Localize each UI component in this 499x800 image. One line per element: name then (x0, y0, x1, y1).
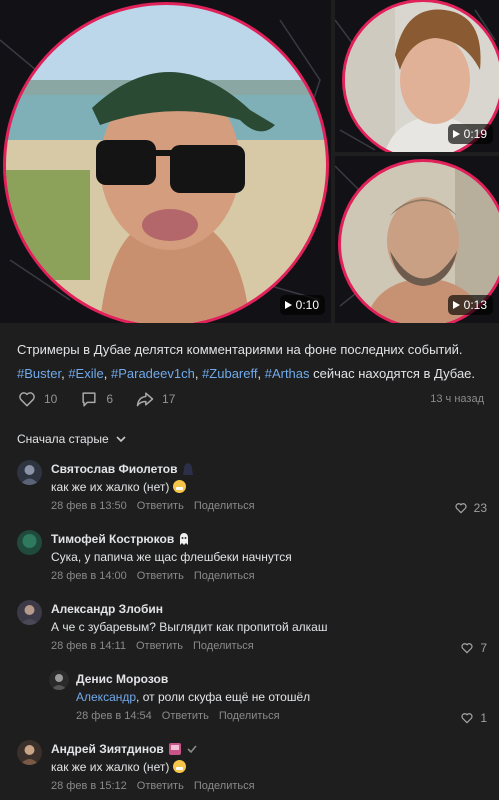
share-comment-button[interactable]: Поделиться (194, 780, 255, 794)
author-name: Тимофей Кострюков (51, 531, 175, 546)
comment-author[interactable]: Александр Злобин (51, 600, 487, 617)
grimace-emoji-icon (172, 760, 186, 773)
comment-item: Александр Злобин А че с зубаревым? Выгля… (17, 600, 487, 660)
share-count: 17 (162, 392, 176, 406)
video-main-thumbnail (0, 0, 331, 323)
separator: , (103, 366, 111, 381)
post-text-tail: сейчас находятся в Дубае. (309, 366, 476, 381)
share-comment-button[interactable]: Поделиться (193, 640, 254, 654)
comment-icon (82, 392, 96, 407)
duration-badge: 0:13 (447, 295, 493, 315)
picture-badge-icon (168, 742, 181, 755)
comment-like-button[interactable]: 1 (460, 711, 487, 725)
author-name: Андрей Зиятдинов (51, 741, 164, 756)
comment-item: Тимофей Кострюков Сука, у папича же щас … (17, 530, 487, 590)
share-icon (136, 392, 154, 407)
reply-button[interactable]: Ответить (137, 570, 184, 584)
comments-sort-dropdown[interactable]: Сначала старые (17, 432, 127, 446)
heart-icon (461, 643, 473, 654)
post-text-line: Стримеры в Дубае делятся комментариями н… (17, 342, 463, 357)
comment-reply-item: Денис Морозов Александр, от роли скуфа е… (49, 670, 487, 730)
mention-link[interactable]: Александр (76, 690, 136, 704)
comment-date[interactable]: 28 фев в 14:54 (76, 710, 152, 724)
hashtag-link[interactable]: #Paradeev1ch (111, 366, 195, 381)
author-name: Святослав Фиолетов (51, 461, 178, 476)
reply-button[interactable]: Ответить (137, 500, 184, 514)
post-media-grid: 0:10 0:19 0:13 (0, 0, 499, 323)
comment-button[interactable]: 6 (79, 389, 113, 409)
video-top-right[interactable]: 0:19 (335, 0, 499, 152)
comment-text: А че с зубаревым? Выглядит как пропитой … (51, 620, 328, 634)
comment-author[interactable]: Андрей Зиятдинов (51, 740, 487, 757)
avatar[interactable] (17, 460, 42, 485)
separator: , (257, 366, 265, 381)
hashtag-link[interactable]: #Arthas (265, 366, 310, 381)
comment-text: как же их жалко (нет) (51, 480, 487, 496)
comment-like-count: 1 (480, 711, 487, 725)
comment-text: Сука, у папича же щас флешбеки начнутся (51, 550, 292, 564)
post-actions-bar: 10 6 17 13 ч назад (17, 388, 484, 410)
comment-date[interactable]: 28 фев в 14:00 (51, 570, 127, 584)
comment-like-count: 23 (473, 501, 487, 515)
share-comment-button[interactable]: Поделиться (219, 710, 280, 724)
duration-badge: 0:10 (279, 295, 325, 315)
reply-button[interactable]: Ответить (162, 710, 209, 724)
avatar[interactable] (17, 600, 42, 625)
like-button[interactable]: 10 (17, 389, 57, 409)
post-time[interactable]: 13 ч назад (430, 393, 484, 405)
reply-button[interactable]: Ответить (137, 780, 184, 794)
hashtag-link[interactable]: #Zubareff (202, 366, 257, 381)
like-count: 10 (44, 392, 58, 406)
comment-like-button[interactable]: 7 (460, 641, 487, 655)
avatar[interactable] (49, 670, 69, 690)
heart-icon (19, 392, 35, 407)
video-main[interactable]: 0:10 (0, 0, 331, 323)
video-bottom-right[interactable]: 0:13 (335, 156, 499, 323)
separator: , (194, 366, 203, 381)
hashtag-link[interactable]: #Exile (68, 366, 103, 381)
comment-author[interactable]: Денис Морозов (76, 670, 487, 687)
duration-label: 0:10 (295, 298, 319, 312)
sort-label: Сначала старые (17, 432, 109, 446)
chevron-down-icon (116, 436, 126, 443)
heart-icon (455, 503, 467, 514)
duration-label: 0:19 (463, 127, 487, 141)
share-comment-button[interactable]: Поделиться (194, 570, 255, 584)
reply-button[interactable]: Ответить (136, 640, 183, 654)
comment-item: Святослав Фиолетов как же их жалко (нет)… (17, 460, 487, 520)
comment-date[interactable]: 28 фев в 14:11 (51, 640, 126, 654)
comment-text: как же их жалко (нет) (51, 760, 487, 776)
play-icon (284, 301, 292, 309)
hooded-figure-icon (182, 462, 193, 475)
comment-author[interactable]: Святослав Фиолетов (51, 460, 487, 477)
play-icon (452, 301, 460, 309)
share-comment-button[interactable]: Поделиться (194, 500, 255, 514)
post-text: Стримеры в Дубае делятся комментариями н… (17, 338, 487, 386)
comment-date[interactable]: 28 фев в 13:50 (51, 500, 127, 514)
checkmark-icon (187, 744, 197, 753)
author-name: Денис Морозов (76, 671, 169, 686)
comment-item: Андрей Зиятдинов как же их жалко (нет) 2… (17, 740, 487, 800)
hashtag-link[interactable]: #Buster (17, 366, 61, 381)
comment-like-count: 7 (480, 641, 487, 655)
play-icon (452, 130, 460, 138)
grimace-emoji-icon (172, 480, 186, 493)
comment-date[interactable]: 28 фев в 15:12 (51, 780, 127, 794)
avatar[interactable] (17, 740, 42, 765)
ghost-icon (180, 532, 189, 545)
comment-like-button[interactable]: 23 (454, 501, 487, 515)
comment-count: 6 (106, 392, 114, 406)
heart-icon (461, 713, 473, 724)
duration-badge: 0:19 (447, 124, 493, 144)
duration-label: 0:13 (463, 298, 487, 312)
comment-author[interactable]: Тимофей Кострюков (51, 530, 487, 547)
post-hashtags-line: #Buster, #Exile, #Paradeev1ch, #Zubareff… (17, 362, 487, 386)
comment-text: Александр, от роли скуфа ещё не отошёл (76, 690, 311, 704)
share-button[interactable]: 17 (135, 389, 175, 409)
author-name: Александр Злобин (51, 601, 164, 616)
avatar[interactable] (17, 530, 42, 555)
